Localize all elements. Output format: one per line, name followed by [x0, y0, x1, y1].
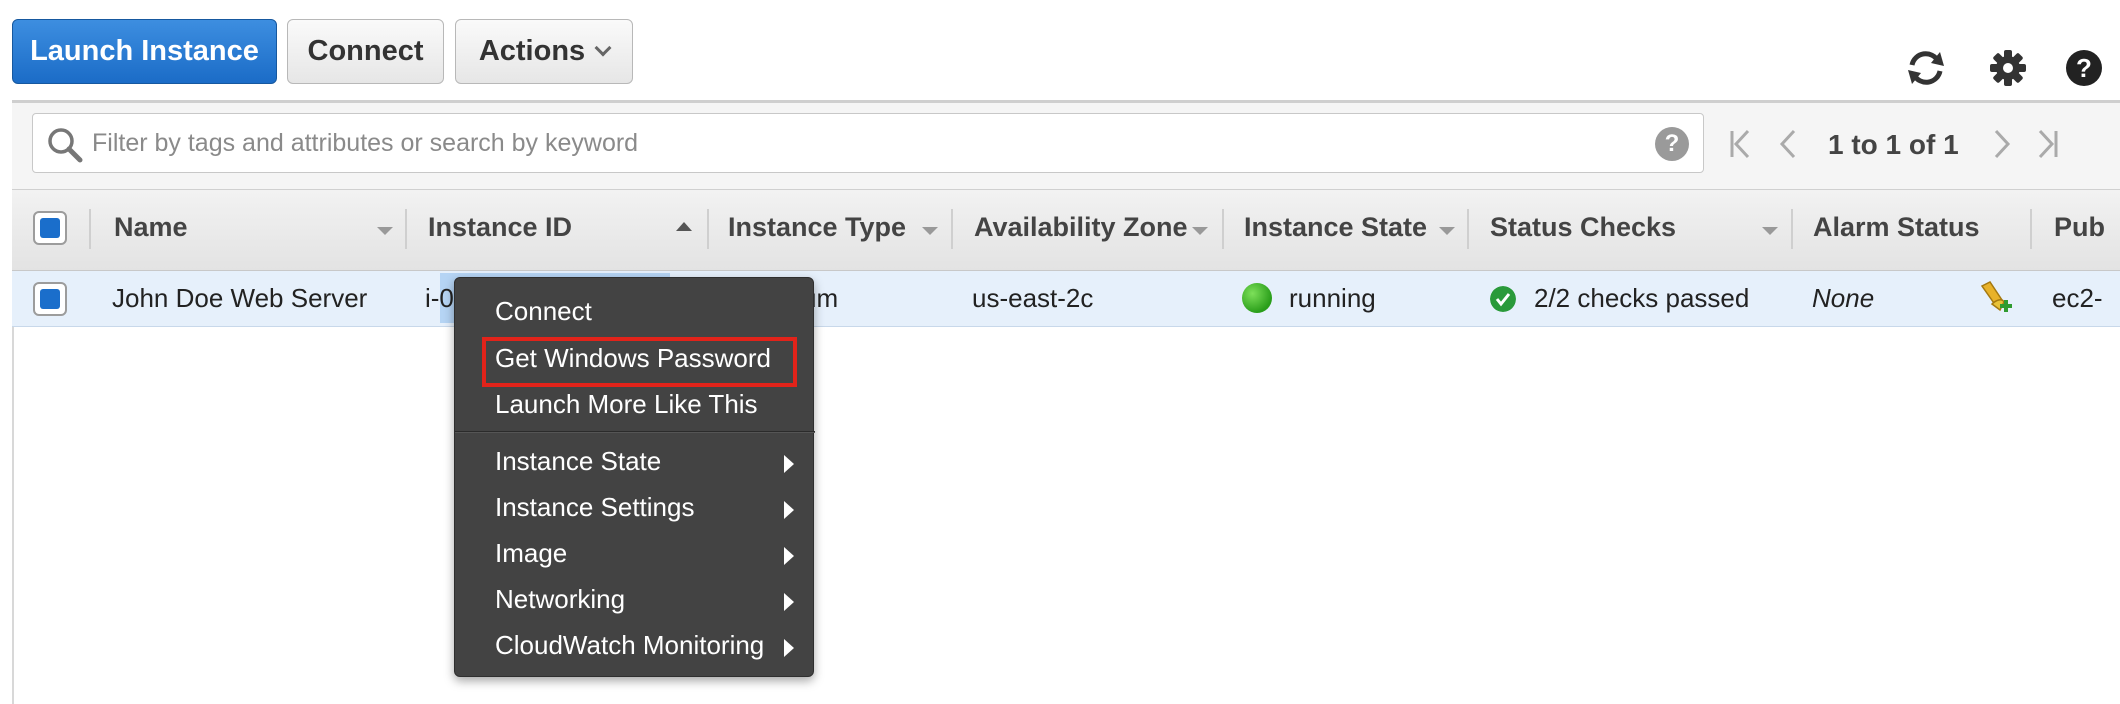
column-header-public-dns[interactable]: Pub — [2054, 212, 2105, 243]
pagination-text: 1 to 1 of 1 — [1828, 129, 1959, 160]
column-header-instance-type[interactable]: Instance Type — [728, 212, 906, 243]
cell-name: John Doe Web Server — [112, 283, 368, 313]
column-divider — [707, 209, 709, 249]
cell-availability-zone: us-east-2c — [972, 283, 1094, 313]
column-divider — [405, 209, 407, 249]
refresh-icon[interactable] — [1904, 48, 1948, 88]
column-header-instance-id[interactable]: Instance ID — [428, 212, 572, 243]
column-divider — [951, 209, 953, 249]
add-alarm-icon[interactable] — [1978, 280, 2014, 318]
sort-icon[interactable] — [922, 227, 938, 235]
cell-alarm-status: None — [1812, 283, 1875, 313]
sort-icon[interactable] — [1192, 227, 1208, 235]
submenu-arrow-icon — [784, 501, 794, 519]
cell-public-dns: ec2- — [2052, 283, 2103, 313]
check-icon — [1490, 286, 1516, 312]
menu-item-image[interactable]: Image — [495, 538, 567, 569]
gear-icon[interactable] — [1988, 48, 2028, 88]
search-icon — [48, 128, 83, 163]
column-divider — [2030, 209, 2032, 249]
submenu-arrow-icon — [784, 547, 794, 565]
launch-instance-button[interactable]: Launch Instance — [12, 19, 277, 84]
column-divider — [1222, 209, 1224, 249]
cell-status-checks: 2/2 checks passed — [1534, 283, 1750, 313]
connect-button[interactable]: Connect — [287, 19, 444, 84]
submenu-arrow-icon — [784, 639, 794, 657]
select-all-checkbox[interactable] — [33, 211, 67, 245]
column-header-name[interactable]: Name — [114, 212, 188, 243]
row-checkbox[interactable] — [33, 282, 67, 316]
actions-button[interactable]: Actions — [455, 19, 633, 84]
menu-item-get-windows-password[interactable]: Get Windows Password — [495, 343, 771, 374]
menu-divider — [455, 431, 815, 433]
menu-item-instance-state[interactable]: Instance State — [495, 446, 661, 477]
sort-icon[interactable] — [377, 227, 393, 235]
column-divider — [89, 209, 91, 249]
help-icon[interactable]: ? — [2064, 48, 2104, 88]
column-header-status-checks[interactable]: Status Checks — [1490, 212, 1676, 243]
menu-item-cloudwatch-monitoring[interactable]: CloudWatch Monitoring — [495, 630, 764, 661]
column-divider — [1791, 209, 1793, 249]
search-help-icon[interactable]: ? — [1655, 127, 1689, 161]
cell-instance-state: running — [1289, 283, 1376, 313]
menu-item-connect[interactable]: Connect — [495, 296, 592, 327]
column-header-availability-zone[interactable]: Availability Zone — [974, 212, 1188, 243]
sort-ascending-icon[interactable] — [676, 222, 692, 231]
chevron-down-icon — [594, 39, 612, 56]
cell-instance-id: i-0 — [425, 283, 454, 313]
column-header-instance-state[interactable]: Instance State — [1244, 212, 1427, 243]
svg-text:?: ? — [2076, 53, 2092, 83]
menu-item-launch-more-like-this[interactable]: Launch More Like This — [495, 389, 758, 420]
actions-label: Actions — [478, 35, 586, 67]
last-page-icon[interactable] — [2036, 127, 2060, 161]
menu-item-networking[interactable]: Networking — [495, 584, 625, 615]
sort-icon[interactable] — [1439, 227, 1455, 235]
search-placeholder: Filter by tags and attributes or search … — [92, 129, 639, 157]
search-input[interactable]: Filter by tags and attributes or search … — [32, 113, 1704, 173]
submenu-arrow-icon — [784, 593, 794, 611]
column-divider — [1467, 209, 1469, 249]
sort-icon[interactable] — [1762, 227, 1778, 235]
column-header-alarm-status[interactable]: Alarm Status — [1813, 212, 1980, 243]
first-page-icon[interactable] — [1728, 127, 1752, 161]
running-status-icon — [1242, 283, 1272, 313]
previous-page-icon[interactable] — [1778, 127, 1798, 161]
panel-border — [12, 327, 14, 704]
next-page-icon[interactable] — [1992, 127, 2012, 161]
submenu-arrow-icon — [784, 455, 794, 473]
context-menu: Connect Get Windows Password Launch More… — [454, 277, 815, 677]
menu-item-instance-settings[interactable]: Instance Settings — [495, 492, 694, 523]
